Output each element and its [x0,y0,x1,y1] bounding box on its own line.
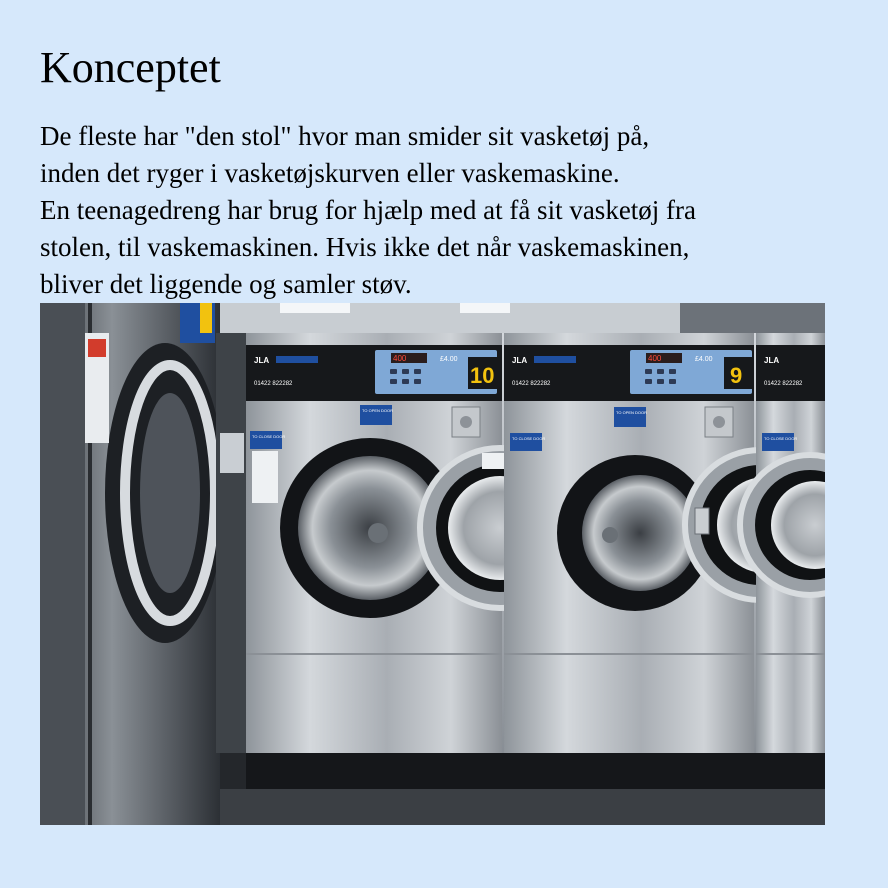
close-door-label: TO CLOSE DOOR [252,434,285,439]
brand-label: JLA [512,356,527,365]
machine-number: 9 [730,363,742,388]
close-door-label: TO CLOSE DOOR [512,436,545,441]
display-readout: 400 [393,354,407,363]
price-label: £4.00 [695,356,713,363]
intro-line: stolen, til vaskemaskinen. Hvis ikke det… [40,232,690,262]
intro-line: De fleste har "den stol" hvor man smider… [40,121,650,151]
brand-label: JLA [254,356,269,365]
phone-label: 01422 822282 [764,381,803,387]
washing-machines-illustration: JLA 01422 822282 400 £4.00 10 TO OPEN DO… [40,303,825,825]
machine-number: 10 [470,363,494,388]
phone-label: 01422 822282 [512,381,551,387]
open-door-label: TO OPEN DOOR [362,408,393,413]
page-title: Konceptet [40,43,221,92]
intro-line: En teenagedreng har brug for hjælp med a… [40,195,697,225]
display-readout: 400 [648,354,662,363]
intro-line: bliver det liggende og samler støv. [40,269,412,299]
laundromat-photo: JLA 01422 822282 400 £4.00 10 TO OPEN DO… [40,303,825,825]
intro-paragraph: De fleste har "den stol" hvor man smider… [40,118,840,303]
phone-label: 01422 822282 [254,381,293,387]
close-door-label: TO CLOSE DOOR [764,436,797,441]
price-label: £4.00 [440,356,458,363]
open-door-label: TO OPEN DOOR [616,410,647,415]
brand-label: JLA [764,356,779,365]
intro-line: inden det ryger i vasketøjskurven eller … [40,158,620,188]
